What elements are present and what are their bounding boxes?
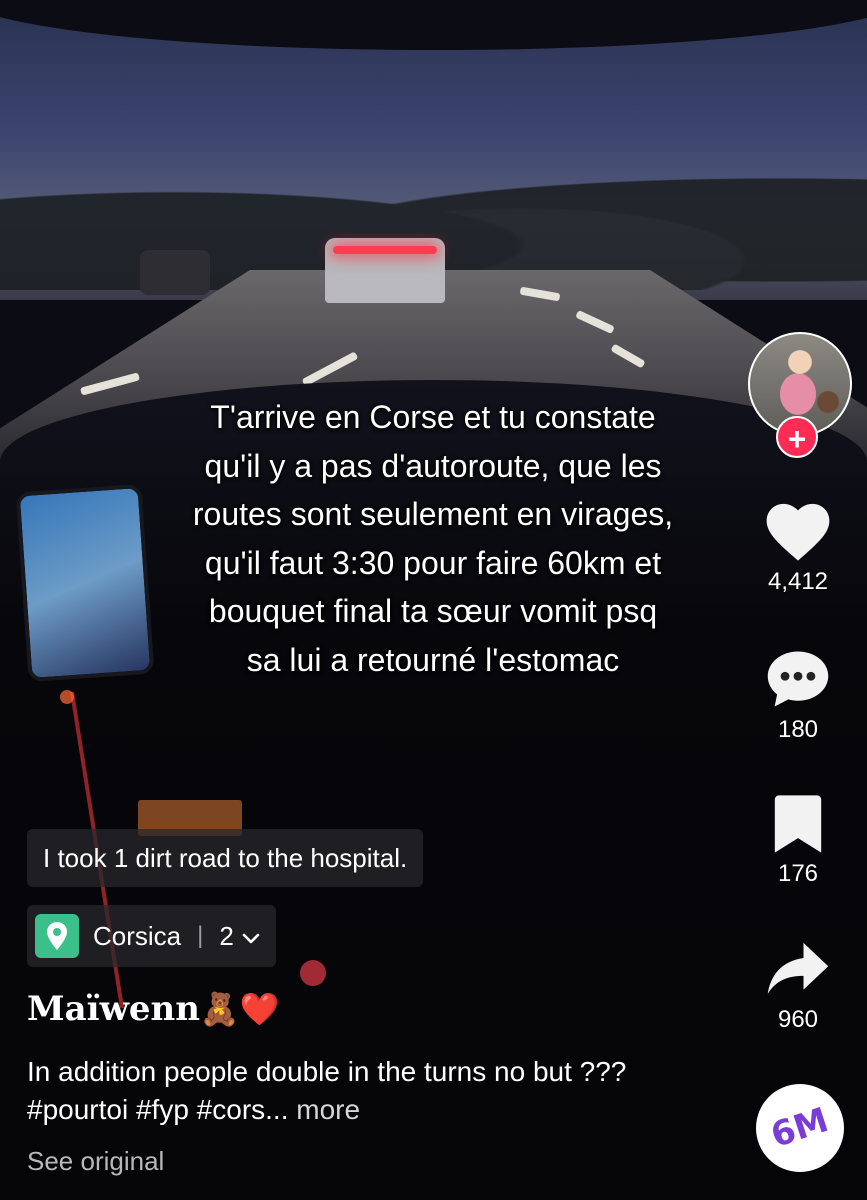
chevron-down-icon	[242, 921, 260, 952]
translation-banner[interactable]: I took 1 dirt road to the hospital.	[27, 829, 424, 887]
location-tag[interactable]: Corsica | 2	[27, 905, 276, 967]
comment-button[interactable]: 180	[746, 648, 850, 744]
sound-logo: 6M	[766, 1100, 834, 1156]
see-original-link[interactable]: See original	[27, 1146, 164, 1177]
save-count: 176	[777, 860, 819, 887]
like-button[interactable]: 4,412	[746, 502, 850, 596]
location-count: 2	[219, 920, 234, 951]
save-button[interactable]: 176	[746, 794, 850, 888]
location-divider: |	[197, 922, 204, 949]
dashboard-light	[60, 690, 74, 704]
dashboard-light	[300, 960, 326, 986]
creator-username[interactable]: Maïwenn🧸❤️	[27, 986, 280, 1032]
bookmark-icon	[746, 794, 850, 854]
username-text: Maïwenn	[27, 989, 200, 1029]
like-count: 4,412	[767, 568, 829, 595]
share-arrow-icon	[746, 938, 850, 1000]
video-car-left	[140, 250, 210, 295]
location-pin-icon	[35, 914, 79, 958]
share-button[interactable]: 960	[746, 938, 850, 1034]
video-car-ahead	[325, 238, 445, 303]
comment-count: 180	[777, 716, 819, 743]
share-count: 960	[777, 1006, 819, 1033]
translation-text: I took 1 dirt road to the hospital.	[43, 843, 408, 873]
location-name: Corsica	[93, 920, 182, 951]
username-emojis: 🧸❤️	[199, 990, 280, 1028]
comment-bubble-icon	[746, 648, 850, 710]
post-caption[interactable]: In addition people double in the turns n…	[27, 1053, 667, 1129]
heart-icon	[746, 502, 850, 562]
follow-button[interactable]: +	[776, 416, 818, 458]
video-overlay-caption: T'arrive en Corse et tu constate qu'il y…	[192, 399, 674, 678]
sound-disc-button[interactable]: 6M	[756, 1084, 844, 1172]
caption-more-link[interactable]: more	[296, 1094, 360, 1125]
